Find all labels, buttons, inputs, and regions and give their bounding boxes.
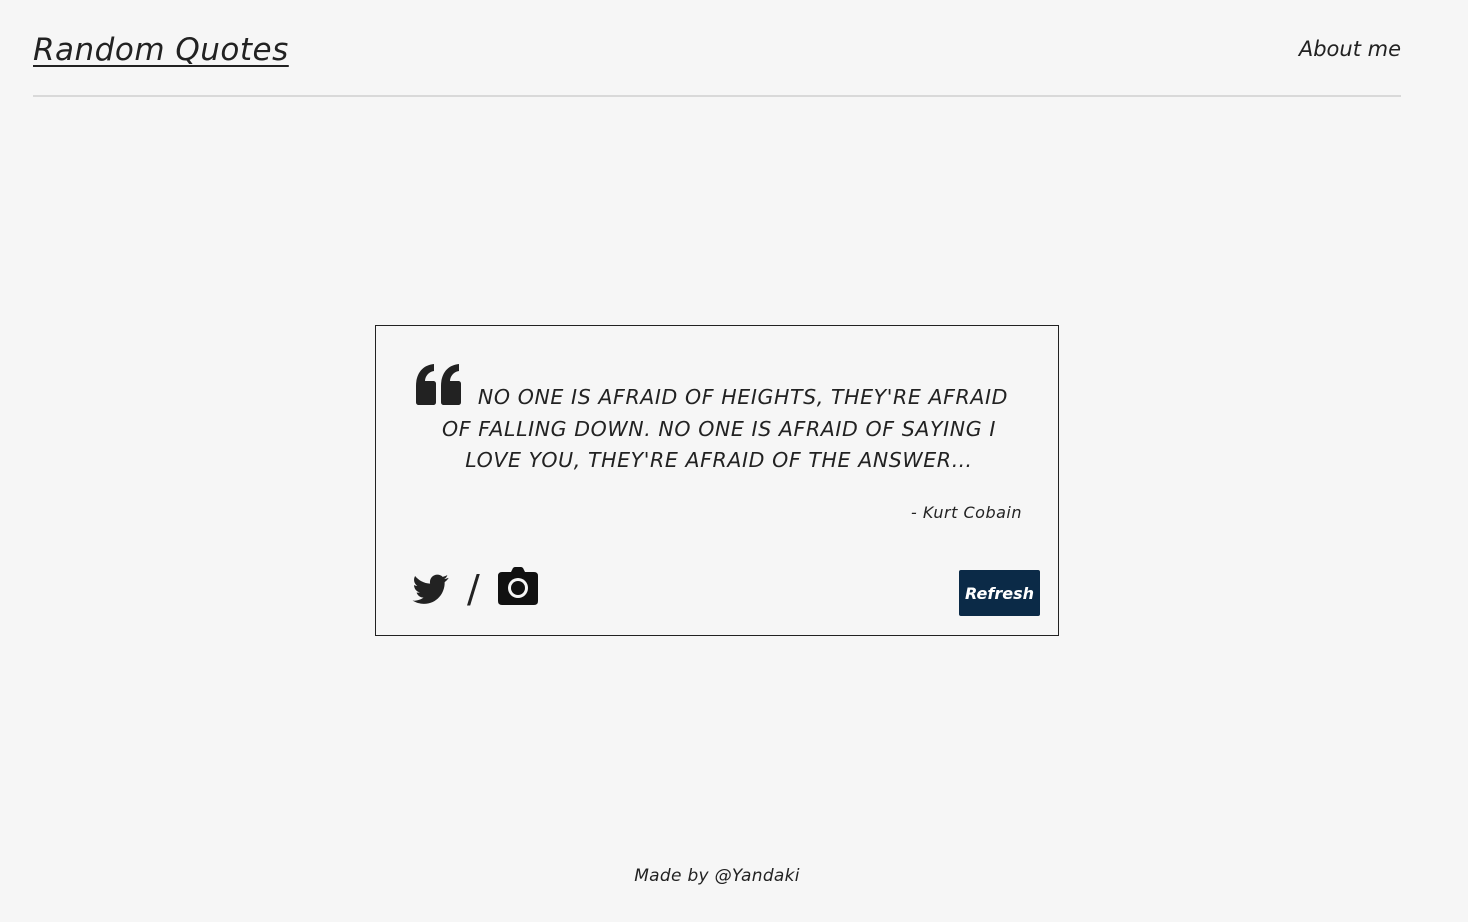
quote-author: - Kurt Cobain xyxy=(910,503,1022,522)
twitter-icon[interactable] xyxy=(412,571,450,607)
brand-link[interactable]: Random Quotes xyxy=(33,32,289,68)
camera-icon[interactable] xyxy=(497,566,539,606)
quote-text: No one is afraid of heights, they're afr… xyxy=(441,385,1009,472)
about-me-link[interactable]: About me xyxy=(1299,37,1401,61)
quote-card: No one is afraid of heights, they're afr… xyxy=(375,325,1059,636)
top-header: Random Quotes About me xyxy=(33,0,1401,97)
footer-credit: Made by @Yandaki xyxy=(634,866,800,886)
page: Random Quotes About me No one is afraid … xyxy=(0,0,1468,922)
action-separator: / xyxy=(467,567,480,611)
quote-left-icon xyxy=(416,364,461,405)
refresh-button[interactable]: Refresh xyxy=(959,570,1040,616)
quote-body: No one is afraid of heights, they're afr… xyxy=(414,364,1024,477)
